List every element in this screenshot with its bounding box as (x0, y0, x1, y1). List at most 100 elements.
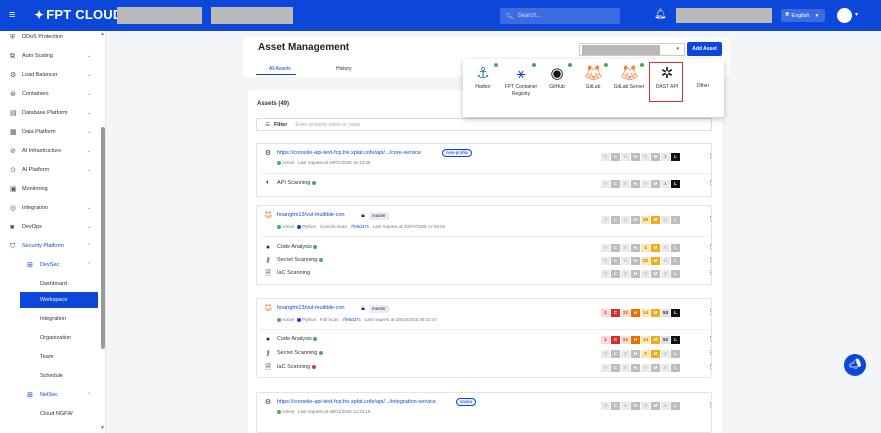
scan-name: IaC Scanning (277, 364, 311, 370)
assets-title: Assets (49) (257, 101, 290, 107)
file-icon: 🗎︎ (265, 270, 271, 277)
scan-label: API Scanning (277, 180, 316, 186)
menu-item-label: GitLab (585, 84, 601, 90)
filter-input[interactable]: ☰ Filter Enter property name or value (256, 118, 712, 131)
asset-name[interactable]: https://console-api-test-fcp.fre.xplat.c… (277, 399, 436, 405)
database-icon: ▤ (10, 109, 17, 117)
sidebar-item-integration-sub[interactable]: Integration (0, 311, 105, 327)
add-asset-button[interactable]: Add Asset (687, 42, 722, 56)
sidebar-item-devsec[interactable]: ⊞ DevSec ⌃ (0, 257, 105, 273)
search-icon: 🔍︎ (506, 13, 514, 20)
asset-name[interactable]: hoangtm13/vul-multible-con (277, 212, 345, 218)
more-icon[interactable]: ⋮ (707, 256, 714, 264)
more-icon[interactable]: ⋮ (707, 152, 714, 160)
sidebar-item-load-balancer[interactable]: ⚙ Load Balancer ⌄ (0, 67, 105, 83)
sidebar-item-label: DevSec (40, 262, 60, 268)
avatar[interactable] (837, 8, 852, 23)
scroll-up-icon[interactable]: ▲ (100, 31, 105, 37)
sidebar-item-ai-platform[interactable]: ⊙ AI Platform ⌄ (0, 162, 105, 178)
commit-hash[interactable]: 7fe6d37c (342, 317, 361, 322)
chevron-down-icon[interactable]: ▾ (855, 11, 858, 18)
gitlab-icon: 🦊︎ (584, 65, 604, 82)
scan-label: Secret Scanning (277, 350, 323, 356)
more-icon[interactable]: ⋮ (707, 269, 714, 277)
more-icon[interactable]: ⋮ (707, 363, 714, 371)
menu-item-harbor[interactable]: ⚓︎ Harbor (465, 59, 501, 117)
menu-item-gitlab[interactable]: 🦊︎ GitLab (575, 59, 611, 117)
commit-hash[interactable]: 7fe6d37c (351, 224, 370, 229)
bell-icon[interactable]: 🔔︎ (654, 9, 667, 20)
sidebar-item-label: Security Platform (22, 243, 64, 249)
tab-all-assets[interactable]: All Assets (269, 66, 291, 72)
asset-last-request: Last request at 20/07/2026 17:46:52 (372, 224, 446, 229)
sidebar-scrollbar[interactable] (101, 127, 105, 349)
sidebar-item-schedule[interactable]: Schedule (0, 368, 105, 384)
more-icon[interactable]: ⋮ (707, 401, 714, 409)
sidebar-item-monitoring[interactable]: ▣ Monitoring (0, 181, 105, 197)
redacted-block (211, 7, 293, 24)
asset-name[interactable]: hoangtm13/vul-multible-con (277, 305, 345, 311)
sidebar-item-database[interactable]: ▤ Database Platform ⌄ (0, 105, 105, 121)
workspace-select[interactable]: ▾ (579, 43, 685, 56)
search-placeholder: Search... (517, 13, 542, 19)
sidebar-item-ddos[interactable]: ⛨ DDoS Protection (0, 31, 105, 45)
asset-last-request: Last request at 29/07/2026 16:13:45 (298, 160, 371, 165)
sidebar-item-data-platform[interactable]: ▦ Data Platform ⌄ (0, 124, 105, 140)
status-dot (277, 160, 281, 165)
asset-status: Active (282, 317, 295, 322)
asset-scan-type: Commit Scan (319, 224, 347, 229)
more-icon[interactable]: ⋮ (707, 308, 714, 316)
more-icon[interactable]: ⋮ (707, 349, 714, 357)
more-icon[interactable]: ⋮ (707, 179, 714, 187)
language-select[interactable]: 🌐︎ English ▾ (781, 9, 825, 22)
status-dot (277, 409, 281, 414)
more-icon[interactable]: ⋮ (707, 335, 714, 343)
brand-logo[interactable]: ✦ FPT CLOUD (34, 7, 122, 22)
severity-badges: 1 C 22 H 14 M 53 L (601, 336, 681, 344)
more-icon[interactable]: ⋮ (707, 243, 714, 251)
sidebar-item-integration[interactable]: ◎ Integration ⌄ (0, 200, 105, 216)
scroll-down-icon[interactable]: ▼ (100, 425, 105, 431)
tab-history[interactable]: History (336, 66, 352, 72)
sidebar-item-netsec[interactable]: ⊞ NetSec ⌃ (0, 387, 105, 403)
menu-item-github[interactable]: ◉ GitHub (539, 59, 575, 117)
asset-lang: Python (302, 317, 317, 322)
scaling-icon: ⧉ (10, 52, 15, 60)
lang-dot (296, 317, 301, 322)
asset-name[interactable]: https://console-api-test-fcp.fre.xplat.c… (277, 150, 421, 156)
sidebar-item-label: Dashboard (40, 281, 67, 287)
sidebar-item-dashboard[interactable]: Dashboard (0, 276, 105, 292)
sidebar-item-team[interactable]: Team (0, 349, 105, 365)
sidebar-item-ai-infra[interactable]: ⊘ AI Infrastructure ⌄ (0, 143, 105, 159)
sidebar-item-auto-scaling[interactable]: ⧉ Auto Scaling ⌄ (0, 48, 105, 64)
sidebar-item-devops[interactable]: ■ DevOps ⌄ (0, 219, 105, 235)
sidebar-item-security-platform[interactable]: ⛉ Security Platform ⌃ (0, 238, 105, 254)
asset-last-request: Last request at 29/02/2026 09:22:47 (364, 317, 437, 322)
menu-item-gitlab-server[interactable]: 🦊︎ GitLab Server (611, 59, 647, 117)
devsec-icon: ⊞ (27, 261, 33, 269)
key-icon: ⚷ (265, 350, 271, 357)
asset-meta: Active Last request at 09/01/2026 14:34:… (277, 409, 370, 414)
status-dot (532, 63, 536, 67)
scan-name: IaC Scanning (277, 270, 311, 276)
chevron-down-icon: ⌄ (87, 205, 92, 211)
sidebar-item-cloud-ngfw[interactable]: Cloud NGFW (0, 406, 105, 422)
code-analysis-icon: ● (265, 336, 271, 343)
redacted-block (676, 8, 772, 23)
status-dot (313, 336, 318, 341)
menu-item-other[interactable]: Other (685, 59, 721, 117)
filter-label: Filter (273, 121, 288, 128)
scan-name: API Scanning (277, 180, 311, 186)
sidebar-item-label: Workspace (40, 297, 68, 303)
sidebar-item-workspace[interactable]: Workspace (20, 292, 98, 308)
sidebar-item-containers[interactable]: ⊛ Containers ⌄ (0, 86, 105, 102)
search-input[interactable]: 🔍︎ Search... (500, 8, 620, 24)
sidebar-item-label: NetSec (40, 392, 59, 398)
more-icon[interactable]: ⋮ (707, 215, 714, 223)
sidebar-item-organization[interactable]: Organization (0, 330, 105, 346)
chevron-down-icon: ⌄ (87, 129, 92, 135)
menu-icon[interactable]: ≡ (9, 9, 21, 21)
support-fab-button[interactable]: 📣︎ (844, 354, 866, 376)
asset-lang: Python (302, 224, 317, 229)
menu-item-fpt-container-registry[interactable]: ⚹ FPT Container Registry (503, 59, 539, 117)
